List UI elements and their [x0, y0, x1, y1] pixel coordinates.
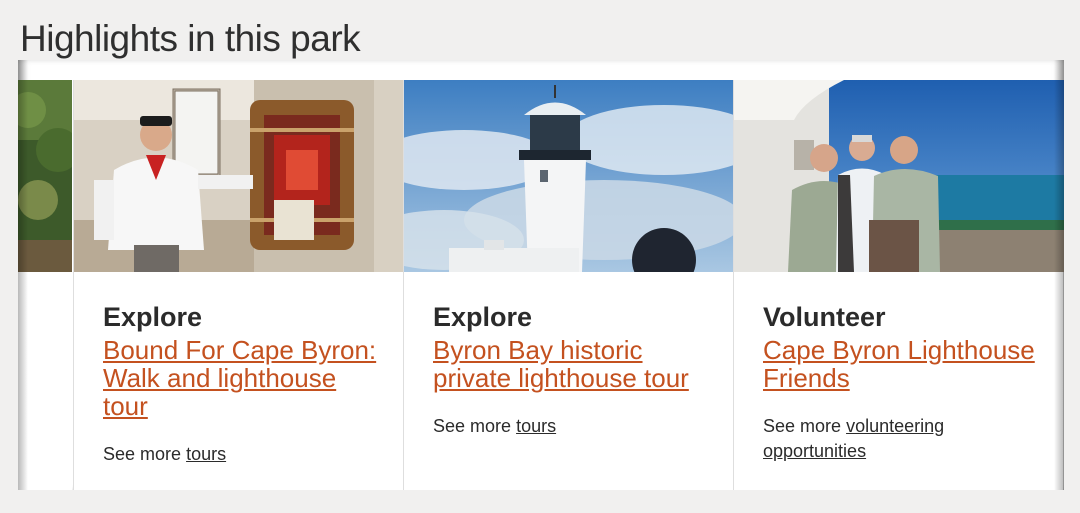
- see-more-tours-link[interactable]: tours: [516, 416, 556, 436]
- card-body-2: Explore Byron Bay historic private light…: [433, 302, 713, 439]
- card-body-3: Volunteer Cape Byron Lighthouse Friends …: [763, 302, 1043, 464]
- section-title: Highlights in this park: [20, 18, 361, 59]
- highlight-card-2[interactable]: Explore Byron Bay historic private light…: [403, 80, 734, 490]
- see-more-text: See more tours: [103, 442, 383, 467]
- see-more-text: See more tours: [433, 414, 713, 439]
- card-body-1: Explore Bound For Cape Byron: Walk and l…: [103, 302, 383, 467]
- highlight-card-previous[interactable]: [18, 80, 72, 490]
- card-category: Explore: [433, 302, 533, 332]
- see-more-tours-link[interactable]: tours: [186, 444, 226, 464]
- card-image-forest[interactable]: [18, 80, 72, 272]
- highlights-carousel[interactable]: Explore Bound For Cape Byron: Walk and l…: [18, 60, 1064, 490]
- card-title-link[interactable]: Byron Bay historic private lighthouse to…: [433, 336, 713, 392]
- card-category: Volunteer: [763, 302, 886, 332]
- card-title-link[interactable]: Cape Byron Lighthouse Friends: [763, 336, 1043, 392]
- card-image-lighthouse-tower[interactable]: [404, 80, 734, 272]
- highlight-card-3[interactable]: Volunteer Cape Byron Lighthouse Friends …: [733, 80, 1064, 490]
- see-more-prefix: See more: [103, 444, 182, 464]
- see-more-prefix: See more: [763, 416, 842, 436]
- card-category: Explore: [103, 302, 203, 332]
- see-more-text: See more volunteering opportunities: [763, 414, 1043, 464]
- card-title-link[interactable]: Bound For Cape Byron: Walk and lighthous…: [103, 336, 383, 420]
- highlight-card-1[interactable]: Explore Bound For Cape Byron: Walk and l…: [73, 80, 404, 490]
- card-image-lighthouse-lens-guide[interactable]: [74, 80, 404, 272]
- card-image-volunteers[interactable]: [734, 80, 1064, 272]
- see-more-prefix: See more: [433, 416, 512, 436]
